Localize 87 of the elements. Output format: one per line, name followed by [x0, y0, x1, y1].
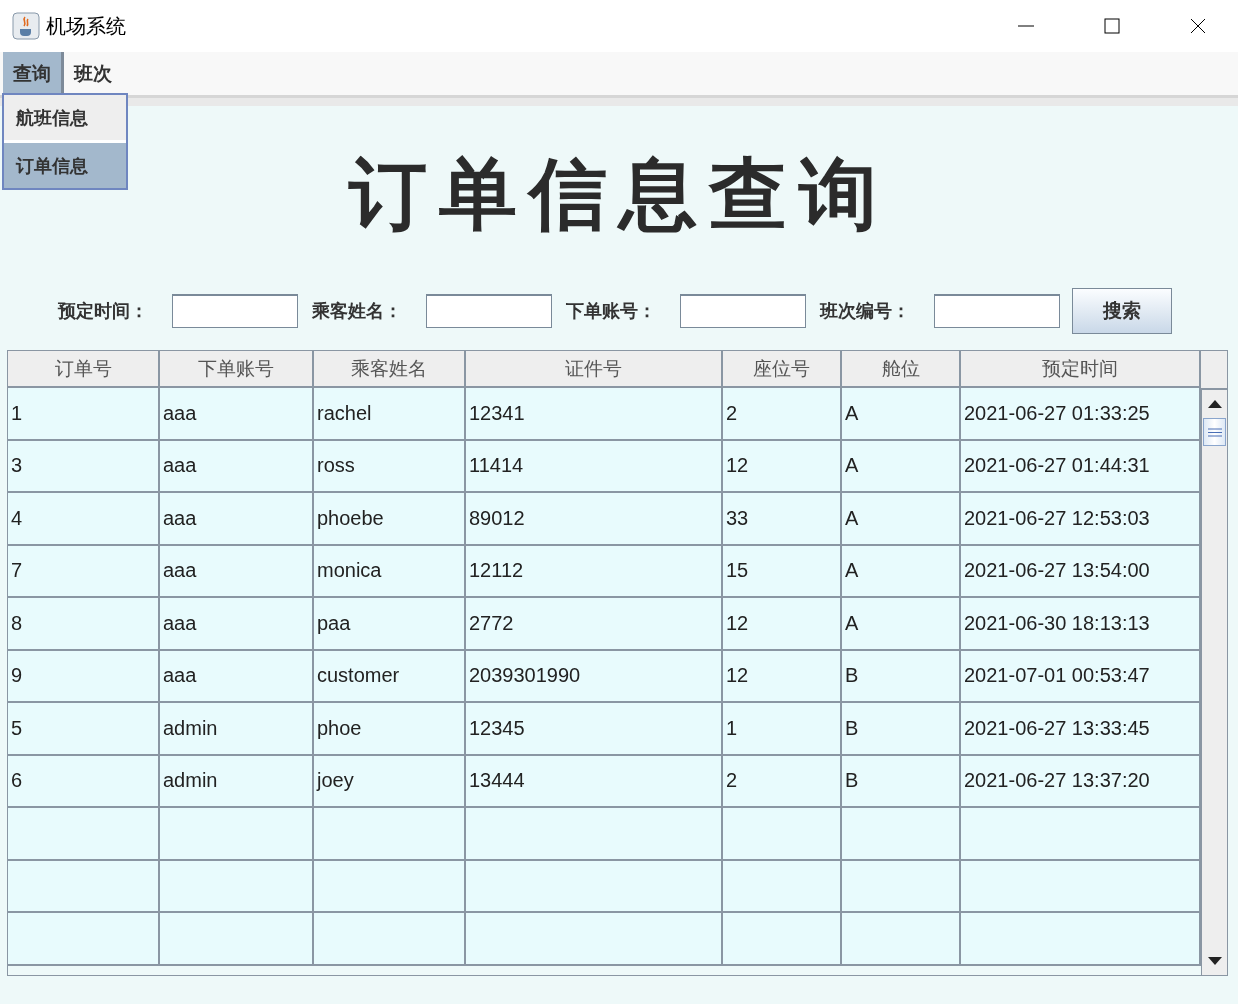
table-cell: 12 [723, 598, 842, 651]
close-icon [1190, 18, 1206, 34]
table-cell: aaa [160, 440, 314, 493]
column-header[interactable]: 订单号 [8, 351, 160, 388]
table-cell: 89012 [466, 493, 723, 546]
column-header[interactable]: 预定时间 [961, 351, 1201, 388]
table-cell: aaa [160, 650, 314, 703]
table-cell: 5 [8, 703, 160, 756]
table-cell: 12341 [466, 388, 723, 441]
coffee-cup-icon [12, 12, 40, 40]
table-cell: admin [160, 703, 314, 756]
field-label: 预定时间： [58, 299, 149, 323]
table-cell: A [842, 388, 961, 441]
table-cell: 1 [723, 703, 842, 756]
table-cell: joey [314, 755, 466, 808]
column-header[interactable]: 证件号 [466, 351, 723, 388]
vertical-scrollbar[interactable] [1201, 390, 1227, 975]
page-title: 订单信息查询 [349, 147, 889, 241]
table-cell: 2021-07-01 00:53:47 [961, 650, 1201, 703]
table-cell: aaa [160, 493, 314, 546]
table-cell: phoebe [314, 493, 466, 546]
table-cell: aaa [160, 388, 314, 441]
table-cell: B [842, 650, 961, 703]
table-cell: 2021-06-27 01:33:25 [961, 388, 1201, 441]
table-cell: 2021-06-27 12:53:03 [961, 493, 1201, 546]
table-cell: 12112 [466, 545, 723, 598]
table-cell: paa [314, 598, 466, 651]
table-cell: A [842, 598, 961, 651]
dropdown-menu-item[interactable]: 订单信息 [4, 143, 126, 188]
table-cell: 11414 [466, 440, 723, 493]
table-cell: B [842, 703, 961, 756]
dropdown-menu-item[interactable]: 航班信息 [4, 95, 126, 140]
column-header[interactable]: 座位号 [723, 351, 842, 388]
table-cell: phoe [314, 703, 466, 756]
table-cell: monica [314, 545, 466, 598]
table-cell: 2 [723, 388, 842, 441]
search-input-field[interactable] [172, 294, 298, 328]
table-cell: 6 [8, 755, 160, 808]
menu-item[interactable]: 班次 [64, 52, 122, 95]
table-cell: 12345 [466, 703, 723, 756]
search-input-field[interactable] [934, 294, 1060, 328]
table-cell: 1 [8, 388, 160, 441]
table-cell: 7 [8, 545, 160, 598]
table-cell: aaa [160, 545, 314, 598]
table-cell: admin [160, 755, 314, 808]
search-input-field[interactable] [680, 294, 806, 328]
table-cell: 2021-06-27 13:37:20 [961, 755, 1201, 808]
column-header[interactable]: 舱位 [842, 351, 961, 388]
scrollbar-thumb[interactable] [1203, 418, 1226, 446]
grip-icon [1207, 427, 1222, 437]
table-cell: rachel [314, 388, 466, 441]
table-cell: 3 [8, 440, 160, 493]
table-cell: 8 [8, 598, 160, 651]
menu-item[interactable]: 查询 [3, 52, 64, 95]
column-header[interactable]: 乘客姓名 [314, 351, 466, 388]
table-cell: 9 [8, 650, 160, 703]
table-cell: A [842, 493, 961, 546]
table-cell: 2772 [466, 598, 723, 651]
table-cell: 33 [723, 493, 842, 546]
column-header[interactable]: 下单账号 [160, 351, 314, 388]
table-cell: 4 [8, 493, 160, 546]
field-label: 乘客姓名： [312, 299, 403, 323]
minimize-icon [1018, 25, 1034, 27]
table-cell: ross [314, 440, 466, 493]
table-cell: 15 [723, 545, 842, 598]
search-button[interactable]: 搜索 [1072, 288, 1172, 334]
table-cell: 2021-06-27 13:54:00 [961, 545, 1201, 598]
up-arrow-icon [1207, 400, 1222, 408]
table-cell: customer [314, 650, 466, 703]
search-input-field[interactable] [426, 294, 552, 328]
table-cell: B [842, 755, 961, 808]
table-cell: A [842, 545, 961, 598]
table-cell: 12 [723, 650, 842, 703]
table-cell: aaa [160, 598, 314, 651]
window-title: 机场系统 [46, 12, 127, 40]
table-cell: 2 [723, 755, 842, 808]
maximize-icon [1104, 18, 1120, 34]
table-cell: 2021-06-27 01:44:31 [961, 440, 1201, 493]
table-cell: 2039301990 [466, 650, 723, 703]
down-arrow-icon [1207, 957, 1222, 965]
table-cell: 2021-06-30 18:13:13 [961, 598, 1201, 651]
table-cell: A [842, 440, 961, 493]
table-cell: 13444 [466, 755, 723, 808]
field-label: 下单账号： [566, 299, 657, 323]
field-label: 班次编号： [820, 299, 911, 323]
table-cell: 2021-06-27 13:33:45 [961, 703, 1201, 756]
table-cell: 12 [723, 440, 842, 493]
